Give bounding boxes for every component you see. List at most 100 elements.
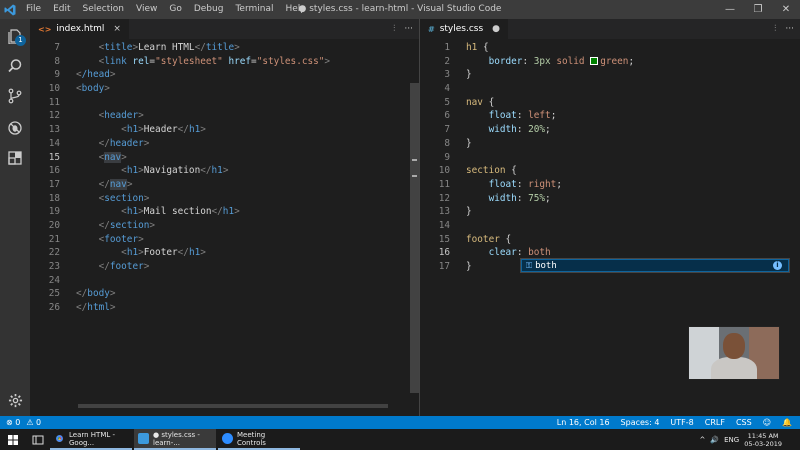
code-line[interactable]: 13 <h1>Header</h1> (30, 123, 419, 137)
code-line[interactable]: 5 nav { (420, 96, 800, 110)
code-token: </ (200, 165, 212, 177)
taskbar-app-vscode[interactable]: ● styles.css - learn-... (134, 429, 216, 450)
code-line[interactable]: 7 <title>Learn HTML</title> (30, 41, 419, 55)
code-line[interactable]: 10 section { (420, 164, 800, 178)
close-window-icon[interactable]: ✕ (772, 0, 800, 19)
feedback-icon[interactable]: ☺ (763, 418, 771, 427)
warnings-indicator[interactable]: ⚠ 0 (26, 418, 41, 427)
code-line[interactable]: 4 (420, 82, 800, 96)
encoding[interactable]: UTF-8 (670, 418, 693, 427)
code-token: float (488, 110, 517, 122)
code-line[interactable]: 20 </section> (30, 219, 419, 233)
code-token: </ (98, 261, 110, 272)
more-actions-icon[interactable]: ··· (404, 24, 413, 34)
menu-file[interactable]: File (20, 0, 47, 19)
vertical-scrollbar[interactable] (410, 83, 419, 393)
code-line[interactable]: 19 <h1>Mail section</h1> (30, 205, 419, 219)
menu-terminal[interactable]: Terminal (229, 0, 279, 19)
code-line[interactable]: 24 (30, 274, 419, 288)
menu-edit[interactable]: Edit (47, 0, 76, 19)
suggestion-item[interactable]: ⚿ both i (521, 259, 789, 272)
code-line[interactable]: 25 </body> (30, 287, 419, 301)
code-editor-css[interactable]: 1 h1 {2 border: 3px solid green; 3} 4 5 nav {… (420, 41, 800, 274)
line-number: 26 (48, 302, 60, 314)
code-line[interactable]: 15 <nav> (30, 151, 419, 165)
code-line[interactable]: 12 width: 75%; (420, 192, 800, 206)
code-line[interactable]: 13} (420, 205, 800, 219)
code-line[interactable]: 14 (420, 219, 800, 233)
manage-button[interactable] (0, 385, 30, 415)
menu-selection[interactable]: Selection (77, 0, 130, 19)
minimize-icon[interactable]: — (716, 0, 744, 19)
more-actions-icon[interactable]: ··· (785, 24, 794, 34)
code-token: Navigation (143, 165, 201, 177)
code-line[interactable]: 21 <footer> (30, 233, 419, 247)
code-line[interactable]: 3} (420, 68, 800, 82)
restore-icon[interactable]: ❐ (744, 0, 772, 19)
line-endings[interactable]: CRLF (705, 418, 725, 427)
task-view-button[interactable] (26, 429, 50, 450)
source-control-button[interactable] (0, 81, 30, 111)
code-line[interactable]: 11 float: right; (420, 178, 800, 192)
search-button[interactable] (0, 51, 30, 81)
code-token: section (104, 192, 144, 204)
menu-help[interactable]: Help (279, 0, 312, 19)
code-line[interactable]: 22 <h1>Footer</h1> (30, 246, 419, 260)
code-token: </ (98, 219, 110, 231)
code-line[interactable]: 14 </header> (30, 137, 419, 151)
unsaved-dot-icon[interactable]: ● (492, 24, 500, 34)
volume-icon[interactable]: 🔊 (710, 436, 719, 444)
code-line[interactable]: 7 width: 20%; (420, 123, 800, 137)
code-line[interactable]: 26 </html> (30, 301, 419, 315)
code-line[interactable]: 9 (420, 151, 800, 165)
extensions-button[interactable] (0, 143, 30, 173)
line-number: 10 (438, 165, 450, 177)
indentation[interactable]: Spaces: 4 (621, 418, 660, 427)
clock[interactable]: 11:45 AM 05-03-2019 (744, 432, 782, 448)
notifications-bell-icon[interactable]: 🔔 (782, 418, 792, 427)
explorer-button[interactable]: 1 (0, 21, 30, 51)
color-swatch-icon[interactable] (590, 56, 599, 65)
show-hidden-icons[interactable]: ^ (700, 436, 706, 444)
code-line[interactable]: 16 <h1>Navigation</h1> (30, 164, 419, 178)
code-line[interactable]: 8} (420, 137, 800, 151)
input-language[interactable]: ENG (724, 436, 739, 444)
code-line[interactable]: 8 <link rel="stylesheet" href="styles.cs… (30, 55, 419, 69)
code-line[interactable]: 11 (30, 96, 419, 110)
tab-styles-css[interactable]: # styles.css ● (420, 19, 509, 39)
code-line[interactable]: 12 <header> (30, 109, 419, 123)
code-line[interactable]: 1 h1 { (420, 41, 800, 55)
code-editor-html[interactable]: 7 <title>Learn HTML</title> 8 <link rel="… (30, 41, 419, 315)
line-number: 17 (48, 178, 60, 190)
code-line[interactable]: 2 border: 3px solid green; (420, 55, 800, 69)
menu-go[interactable]: Go (163, 0, 187, 19)
code-line[interactable]: 23 </footer> (30, 260, 419, 274)
code-line[interactable]: 17 </nav> (30, 178, 419, 192)
code-line[interactable]: 9 </head> (30, 68, 419, 82)
close-tab-icon[interactable]: × (113, 24, 121, 34)
menu-view[interactable]: View (130, 0, 163, 19)
start-button[interactable] (0, 429, 26, 450)
line-number: 3 (444, 69, 450, 81)
language-mode[interactable]: CSS (736, 418, 752, 427)
tab-index-html[interactable]: <> index.html × (30, 19, 129, 39)
code-line[interactable]: 18 <section> (30, 192, 419, 206)
taskbar-app-chrome[interactable]: Learn HTML - Goog... (50, 429, 132, 450)
taskbar-app-meeting[interactable]: Meeting Controls (218, 429, 300, 450)
code-line[interactable]: 10 <body> (30, 82, 419, 96)
debug-button[interactable] (0, 113, 30, 143)
system-tray: ^ 🔊 ENG 11:45 AM 05-03-2019 (700, 429, 800, 450)
code-line[interactable]: 6 float: left; (420, 109, 800, 123)
line-number: 11 (48, 96, 60, 108)
menu-debug[interactable]: Debug (188, 0, 230, 19)
horizontal-scrollbar[interactable] (78, 404, 388, 408)
line-number: 16 (438, 247, 450, 259)
errors-indicator[interactable]: ⊗ 0 (6, 418, 20, 427)
info-icon[interactable]: i (773, 261, 782, 270)
split-editor-icon[interactable]: ⫶ (393, 24, 395, 34)
split-editor-icon[interactable]: ⫶ (774, 24, 776, 34)
activity-bar: 1 (0, 19, 30, 416)
code-line[interactable]: 15 footer { (420, 233, 800, 247)
cursor-position[interactable]: Ln 16, Col 16 (557, 418, 610, 427)
